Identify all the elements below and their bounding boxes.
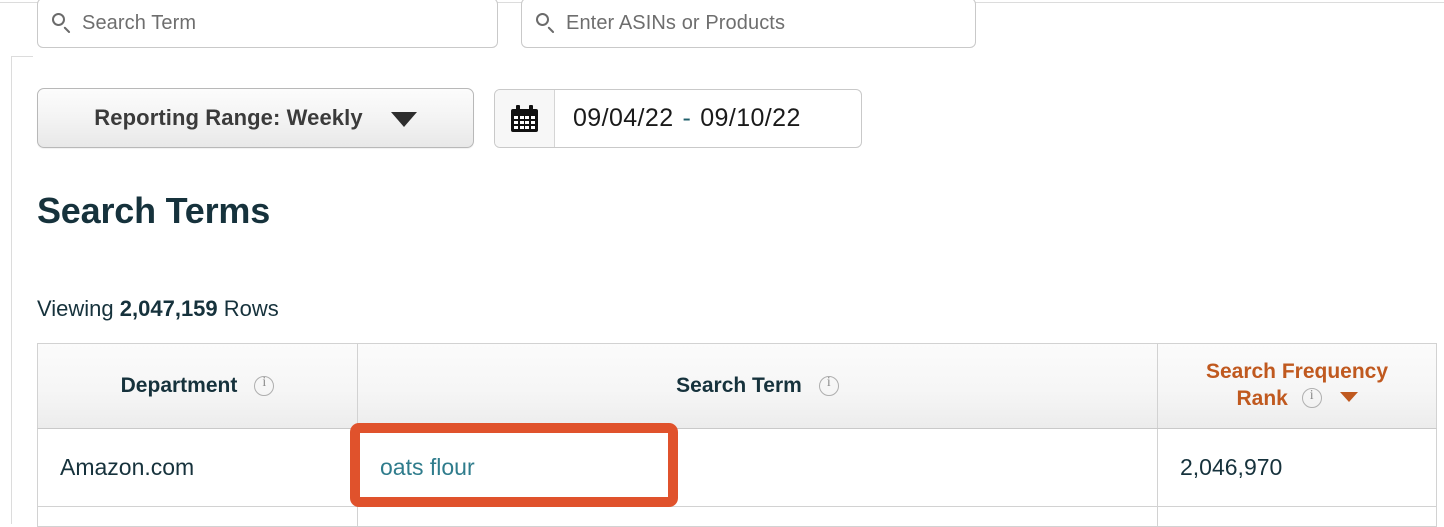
cell-search-term: oats flour (358, 429, 1158, 506)
viewing-row-count: 2,047,159 (119, 296, 218, 321)
info-icon[interactable] (818, 375, 839, 396)
table-row[interactable] (37, 507, 1437, 527)
sort-descending-caret-icon[interactable] (1339, 392, 1358, 402)
viewing-rows-status: Viewing 2,047,159 Rows (37, 296, 279, 322)
date-range-separator: - (682, 104, 692, 132)
calendar-icon (511, 105, 538, 132)
info-icon[interactable] (254, 375, 275, 396)
viewing-prefix: Viewing (37, 296, 114, 321)
cell-search-frequency-rank: 2,046,970 (1180, 454, 1283, 480)
date-range-picker[interactable]: 09/04/22 - 09/10/22 (494, 89, 862, 148)
cell-search-frequency-rank (1158, 507, 1436, 526)
reporting-range-dropdown[interactable]: Reporting Range: Weekly (37, 88, 474, 148)
table-row[interactable]: Amazon.com oats flour 2,046,970 (37, 429, 1437, 507)
search-icon (50, 12, 72, 34)
table-body: Amazon.com oats flour 2,046,970 (37, 429, 1437, 527)
date-range-text[interactable]: 09/04/22 - 09/10/22 (555, 90, 861, 147)
search-terms-table: Department Search Term Search Frequency … (37, 343, 1437, 527)
column-header-department-label: Department (120, 374, 238, 397)
viewing-suffix: Rows (223, 296, 279, 321)
left-panel-border-top (11, 56, 33, 57)
column-header-search-term-label: Search Term (676, 374, 802, 397)
column-header-department[interactable]: Department (38, 344, 358, 428)
date-range-start: 09/04/22 (573, 104, 674, 132)
calendar-icon-cell[interactable] (495, 90, 555, 147)
column-header-rank-label-line2: Rank (1236, 387, 1288, 410)
search-term-placeholder: Search Term (82, 11, 197, 34)
column-header-rank-label-line1: Search Frequency (1205, 360, 1389, 384)
column-header-search-frequency-rank[interactable]: Search Frequency Rank (1158, 344, 1436, 428)
column-header-search-term[interactable]: Search Term (358, 344, 1158, 428)
asin-products-placeholder: Enter ASINs or Products (566, 11, 786, 34)
reporting-range-label: Reporting Range: Weekly (94, 105, 363, 130)
filters-row: Search Term Enter ASINs or Products (0, 0, 1444, 52)
cell-department (38, 507, 358, 526)
cell-department: Amazon.com (38, 429, 358, 506)
controls-row: Reporting Range: Weekly 09/04/22 - 09/10… (0, 88, 1444, 154)
chevron-down-icon (390, 112, 417, 127)
search-icon (534, 12, 556, 34)
info-icon[interactable] (1301, 387, 1322, 408)
search-term-input[interactable]: Search Term (37, 0, 498, 48)
cell-search-term (358, 507, 1158, 526)
table-header-row: Department Search Term Search Frequency … (37, 343, 1437, 429)
search-term-link[interactable]: oats flour (380, 454, 475, 481)
asin-products-input[interactable]: Enter ASINs or Products (521, 0, 976, 48)
date-range-end: 09/10/22 (700, 104, 801, 132)
page-title: Search Terms (37, 190, 271, 231)
